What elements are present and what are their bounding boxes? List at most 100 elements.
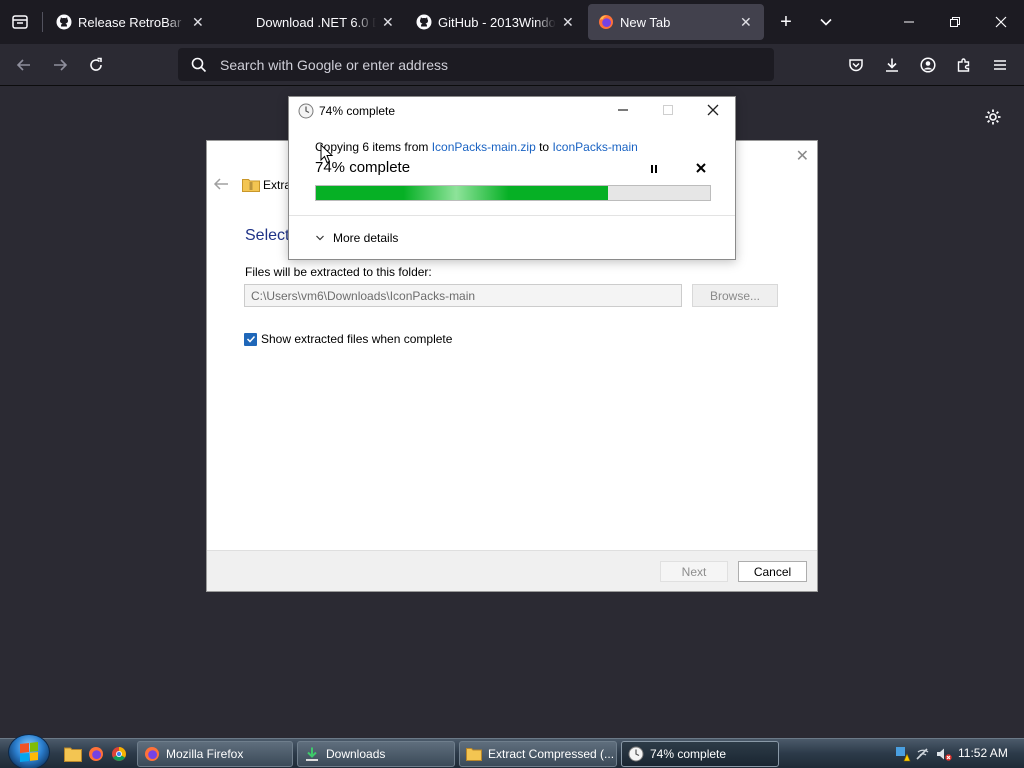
- wizard-title: Extra: [263, 178, 292, 192]
- maximize-icon: [663, 105, 673, 115]
- search-icon: [178, 57, 220, 73]
- github-icon: [416, 14, 432, 30]
- restore-icon: [950, 17, 960, 27]
- address-bar[interactable]: [178, 48, 774, 81]
- github-icon: [56, 14, 72, 30]
- back-arrow-icon[interactable]: [213, 177, 229, 196]
- more-details-toggle[interactable]: More details: [315, 231, 398, 245]
- system-clock[interactable]: 11:52 AM: [958, 746, 1008, 760]
- start-button[interactable]: [8, 734, 50, 768]
- close-tab-icon[interactable]: ✕: [740, 14, 754, 31]
- wizard-footer: Next Cancel: [207, 550, 817, 591]
- taskbar-button-label: Downloads: [326, 747, 386, 761]
- windows-logo-icon: [20, 742, 38, 762]
- taskbar-button-progress[interactable]: 74% complete: [621, 741, 779, 767]
- minimize-icon: [904, 21, 914, 23]
- taskbar-button-downloads[interactable]: Downloads: [297, 741, 455, 767]
- taskbar-button-label: Mozilla Firefox: [166, 747, 244, 761]
- pause-icon-bar: [655, 165, 657, 173]
- back-button[interactable]: [8, 49, 40, 81]
- close-icon: [696, 163, 706, 173]
- show-extracted-files-option[interactable]: Show extracted files when complete: [244, 332, 452, 346]
- close-window-button[interactable]: [978, 0, 1024, 44]
- close-dialog-button[interactable]: [701, 100, 725, 120]
- taskbar-button-label: 74% complete: [650, 747, 727, 761]
- taskbar-button-firefox[interactable]: Mozilla Firefox: [137, 741, 293, 767]
- tab-label: Download .NET 6.0 Des: [256, 14, 376, 30]
- divider: [289, 215, 735, 216]
- cancel-button[interactable]: Cancel: [738, 561, 807, 582]
- firefox-icon: [598, 14, 614, 30]
- chevron-down-icon: [315, 233, 325, 243]
- destination-link[interactable]: IconPacks-main: [552, 140, 637, 154]
- action-center-warning-icon[interactable]: [895, 746, 911, 762]
- chrome-quicklaunch-icon[interactable]: [110, 745, 128, 763]
- minimize-icon: [618, 109, 628, 111]
- account-button[interactable]: [912, 49, 944, 81]
- close-icon: [707, 104, 719, 116]
- close-tab-icon[interactable]: ✕: [192, 14, 206, 31]
- puzzle-icon: [957, 58, 970, 72]
- show-extracted-files-checkbox[interactable]: [244, 332, 257, 346]
- restore-window-button[interactable]: [932, 0, 978, 44]
- reload-icon: [90, 57, 102, 71]
- pause-button[interactable]: [645, 161, 663, 177]
- source-link[interactable]: IconPacks-main.zip: [432, 140, 536, 154]
- cancel-copy-button[interactable]: [692, 159, 710, 177]
- notification-area: [895, 743, 953, 765]
- destination-label: Files will be extracted to this folder:: [245, 265, 432, 279]
- show-extracted-files-label: Show extracted files when complete: [261, 332, 453, 346]
- clock-progress-icon: [628, 746, 644, 762]
- tab-dotnet[interactable]: Download .NET 6.0 Des ✕: [246, 4, 406, 40]
- firefox-view-button[interactable]: [0, 0, 40, 44]
- dialog-titlebar[interactable]: 74% complete: [289, 97, 735, 125]
- chevron-down-icon: [820, 18, 832, 26]
- dialog-title: 74% complete: [319, 104, 396, 118]
- close-tab-icon[interactable]: ✕: [562, 14, 576, 31]
- firefox-icon: [144, 746, 160, 762]
- destination-path-field[interactable]: C:\Users\vm6\Downloads\IconPacks-main: [244, 284, 682, 307]
- download-icon: [304, 746, 320, 762]
- tab-github-2013windows[interactable]: GitHub - 2013Windows ✕: [406, 4, 586, 40]
- folder-icon: [466, 746, 482, 762]
- next-button[interactable]: Next: [660, 561, 728, 582]
- maximize-button: [656, 100, 680, 120]
- copy-progress-dialog: 74% complete Copying 6 items from IconPa…: [288, 96, 736, 260]
- forward-button[interactable]: [44, 49, 76, 81]
- tab-new-tab[interactable]: New Tab ✕: [588, 4, 764, 40]
- network-disconnected-icon[interactable]: [915, 746, 931, 762]
- clock-progress-icon: [298, 103, 314, 119]
- tab-label: New Tab: [620, 14, 671, 30]
- zip-folder-icon: [242, 178, 260, 192]
- browse-button[interactable]: Browse...: [692, 284, 778, 307]
- url-input[interactable]: [220, 56, 740, 73]
- tab-strip: Release RetroBar 1.15 · ✕ Download .NET …: [0, 0, 1024, 44]
- explorer-quicklaunch-icon[interactable]: [64, 745, 82, 763]
- app-menu-button[interactable]: [984, 49, 1016, 81]
- more-details-label: More details: [333, 231, 399, 245]
- taskbar-button-label: Extract Compressed (...: [488, 747, 615, 761]
- extensions-button[interactable]: [948, 49, 980, 81]
- list-all-tabs-button[interactable]: [812, 0, 840, 44]
- firefox-quicklaunch-icon[interactable]: [87, 745, 105, 763]
- minimize-window-button[interactable]: [886, 0, 932, 44]
- downloads-button[interactable]: [876, 49, 908, 81]
- firefox-view-icon: [12, 15, 28, 29]
- pause-icon-bar: [651, 165, 653, 173]
- minimize-button[interactable]: [611, 100, 635, 120]
- taskbar: Mozilla Firefox Downloads Extract Compre…: [0, 734, 1024, 768]
- checkmark-icon: [246, 335, 255, 343]
- taskbar-button-extract[interactable]: Extract Compressed (...: [459, 741, 617, 767]
- progress-bar: [315, 185, 711, 201]
- tab-retrobar[interactable]: Release RetroBar 1.15 · ✕: [46, 4, 216, 40]
- reload-button[interactable]: [80, 49, 112, 81]
- close-tab-icon[interactable]: ✕: [382, 14, 396, 31]
- new-tab-button[interactable]: +: [772, 0, 800, 44]
- close-icon[interactable]: ✕: [796, 146, 809, 166]
- customize-new-tab-button[interactable]: [981, 105, 1005, 129]
- account-icon: [920, 57, 936, 73]
- copy-description: Copying 6 items from IconPacks-main.zip …: [315, 140, 638, 154]
- wizard-heading: Select: [245, 227, 290, 244]
- pocket-button[interactable]: [840, 49, 872, 81]
- volume-muted-icon[interactable]: [935, 746, 953, 762]
